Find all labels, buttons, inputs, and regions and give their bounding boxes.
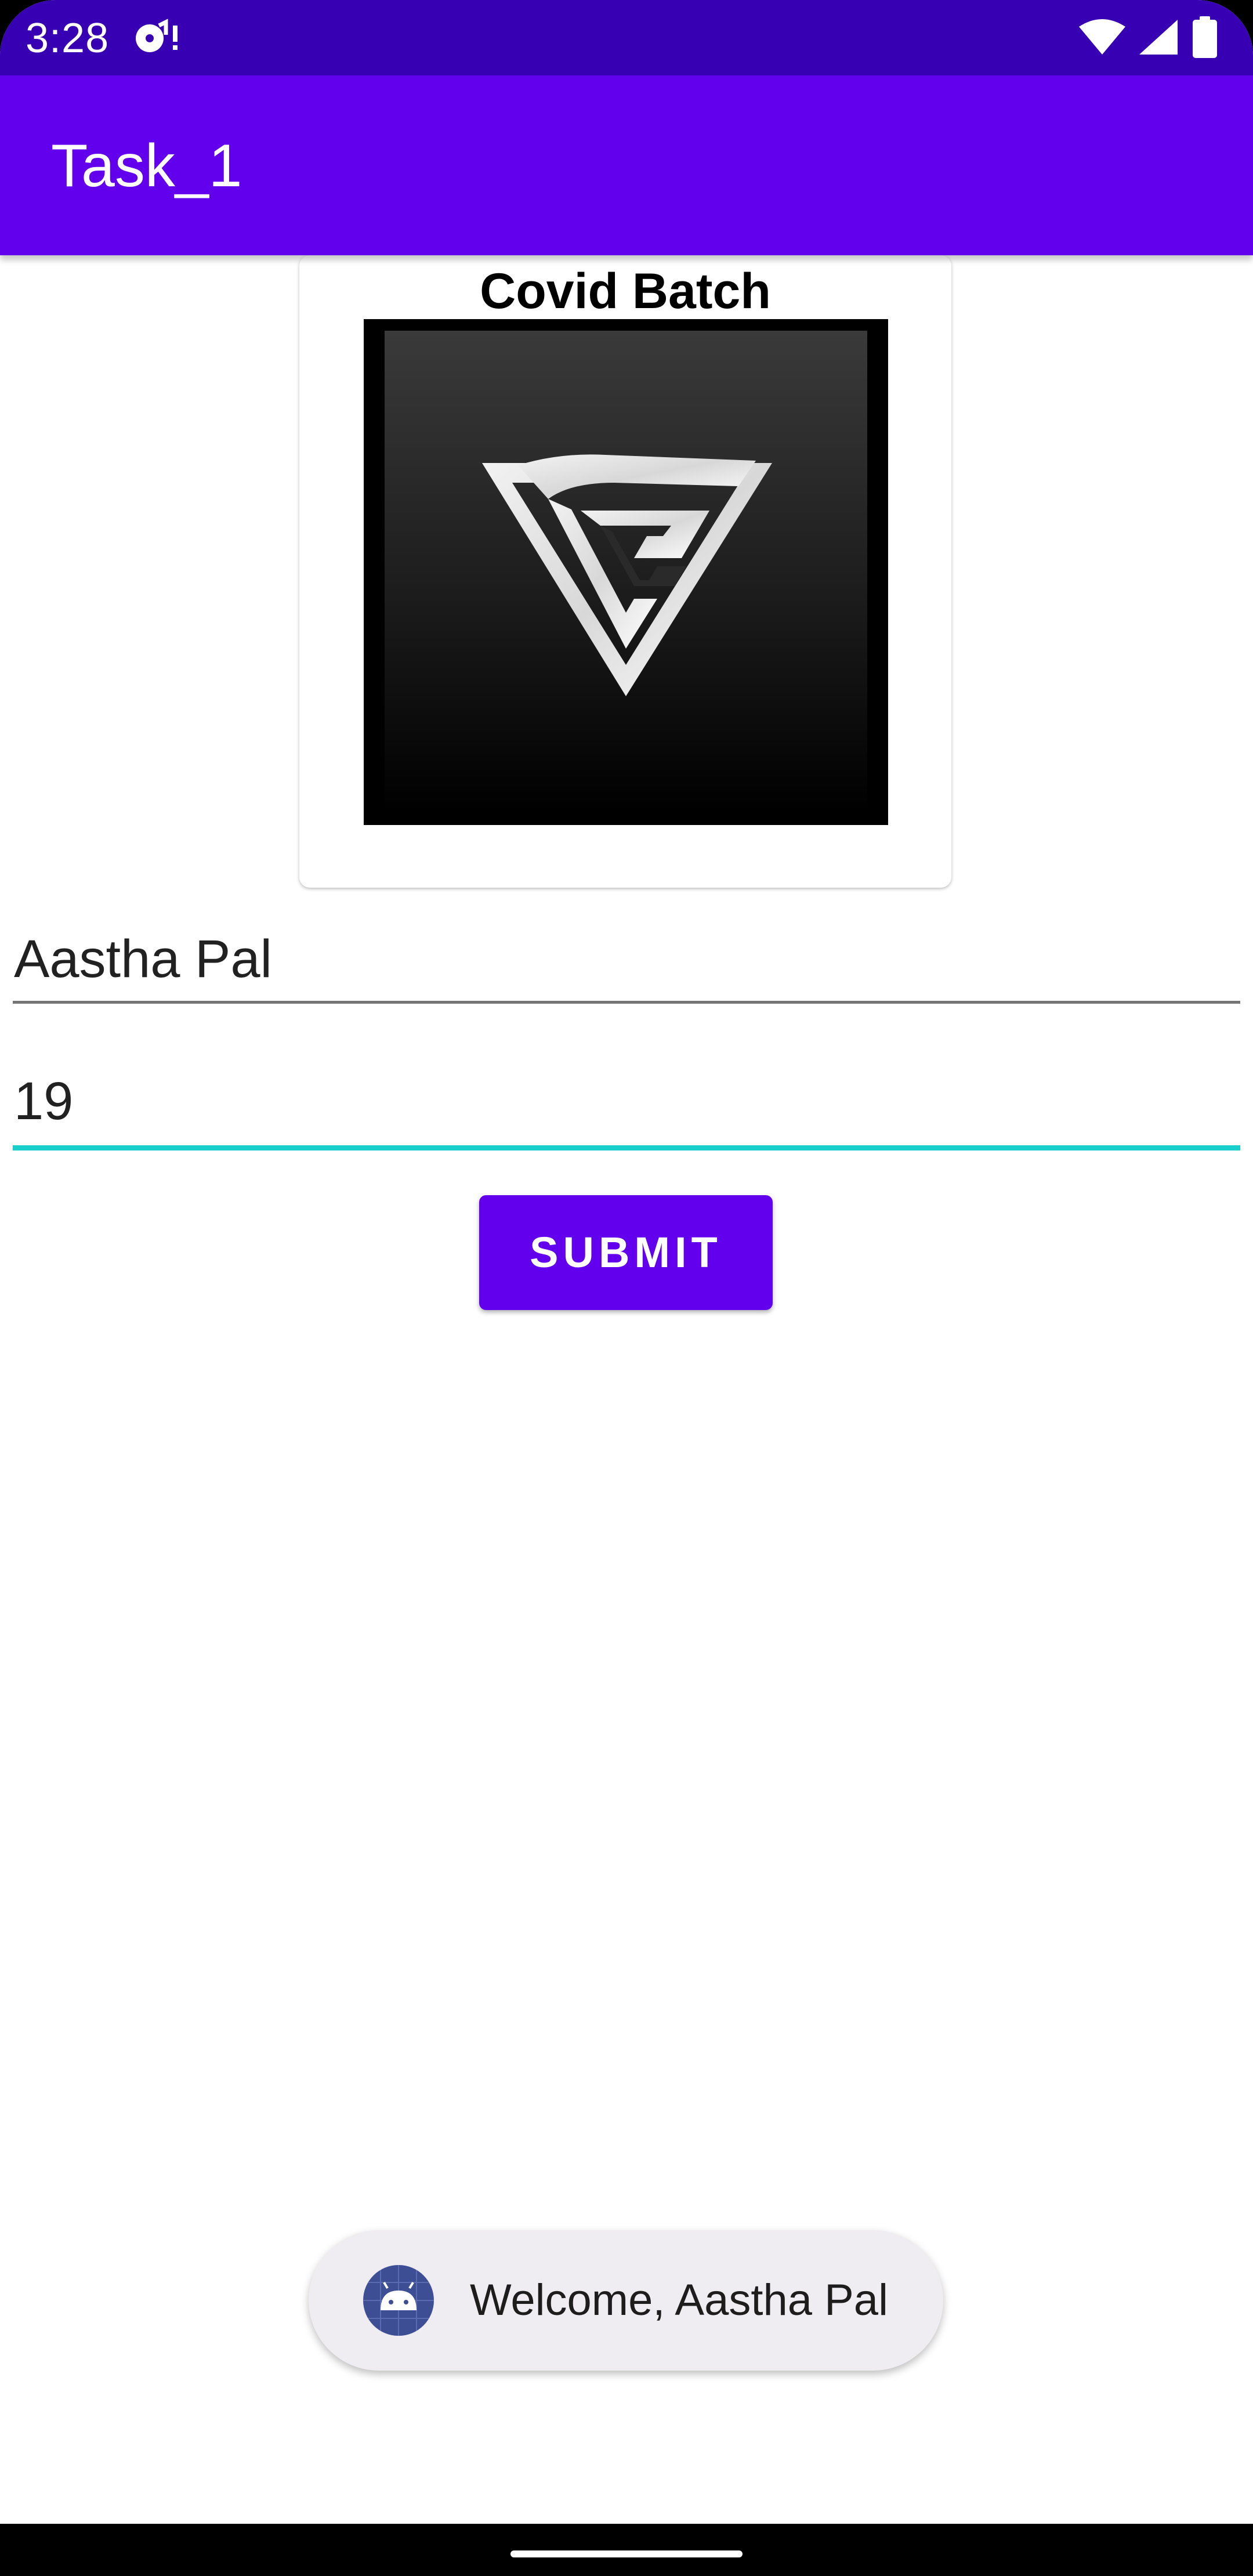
cellular-signal-icon	[1138, 19, 1179, 59]
logo-card: Covid Batch	[299, 255, 951, 888]
app-screen: 3:28 Task_1 Covid Batch Aastha Pal 19 SU…	[0, 0, 1253, 2576]
notification-disc-icon	[132, 17, 184, 58]
status-bar: 3:28	[0, 0, 1253, 75]
app-title: Task_1	[51, 132, 242, 200]
battery-icon	[1192, 16, 1218, 61]
name-input-value: Aastha Pal	[14, 929, 272, 989]
age-input-value: 19	[14, 1072, 74, 1131]
cg-triangle-logo-icon	[385, 331, 867, 812]
toast-message: Welcome, Aastha Pal	[470, 2275, 888, 2325]
age-input[interactable]: 19	[13, 1069, 1240, 1150]
app-bar: Task_1	[0, 75, 1253, 255]
status-time: 3:28	[26, 15, 110, 61]
name-input[interactable]: Aastha Pal	[13, 927, 1240, 1004]
home-gesture-handle[interactable]	[510, 2550, 743, 2557]
welcome-toast: Welcome, Aastha Pal	[309, 2230, 943, 2371]
logo-image-frame	[364, 319, 888, 825]
submit-button[interactable]: SUBMIT	[479, 1195, 773, 1310]
wifi-icon	[1079, 19, 1125, 59]
status-icons	[1079, 16, 1218, 60]
card-title: Covid Batch	[480, 263, 771, 319]
navigation-bar	[0, 2524, 1253, 2576]
android-icon	[363, 2265, 434, 2336]
